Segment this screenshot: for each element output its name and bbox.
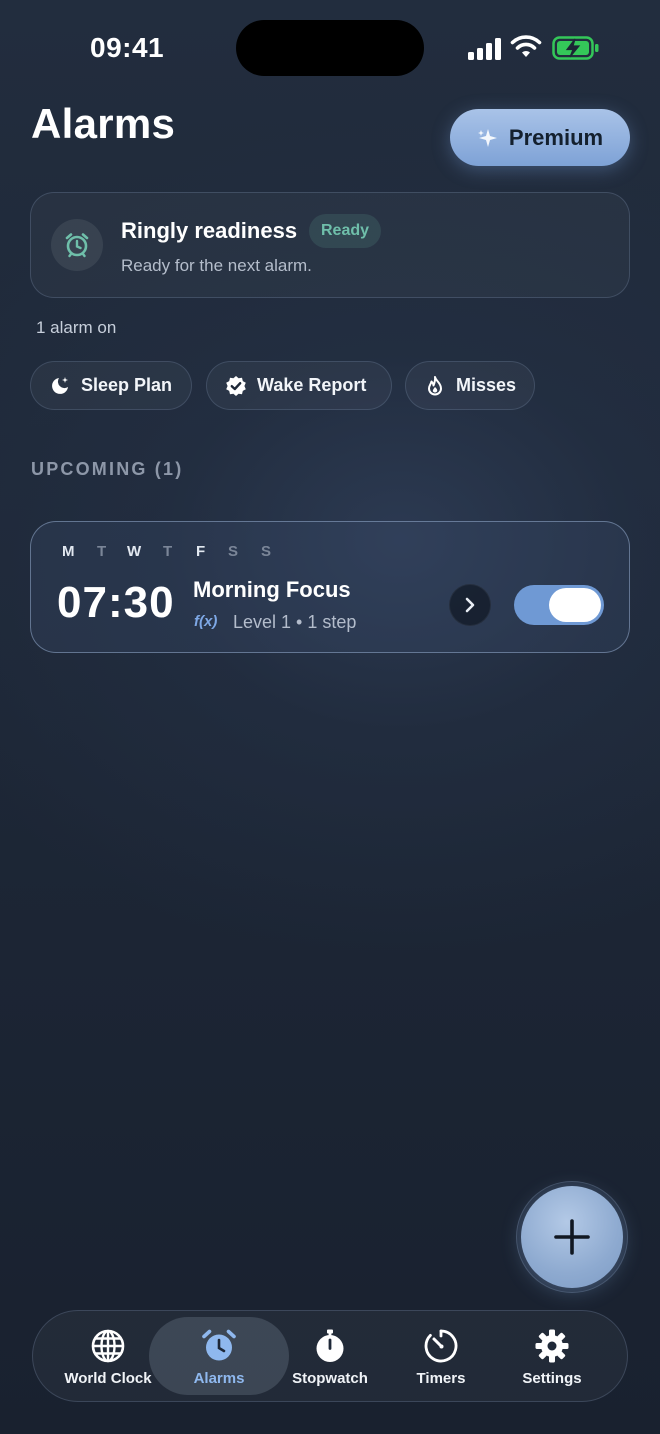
readiness-title: Ringly readiness [121,218,298,243]
alarm-clock-icon [202,1329,236,1360]
day-friday: F [196,543,206,560]
moon-sparkle-icon [52,376,68,394]
battery-charging-icon [552,36,599,60]
chevron-right-icon [465,597,475,613]
tab-world-clock[interactable]: World Clock [53,1311,163,1403]
alarm-time: 07:30 [57,578,175,627]
tab-label: Alarms [193,1369,245,1387]
alarm-details-button[interactable] [449,584,491,626]
status-badge: Ready [309,214,382,248]
tab-label: Timers [416,1369,466,1387]
tab-stopwatch[interactable]: Stopwatch [275,1311,385,1403]
gear-icon [535,1329,569,1362]
sleep-plan-button[interactable]: Sleep Plan [30,361,192,410]
add-alarm-button[interactable] [521,1186,623,1288]
day-tuesday: T [97,543,107,560]
chip-label: Sleep Plan [81,375,173,395]
readiness-icon-container [51,219,103,271]
day-sunday: S [261,543,272,560]
flame-icon [428,375,442,395]
premium-label: Premium [508,124,604,150]
chip-label: Wake Report [257,375,367,395]
sparkle-icon [477,128,497,147]
alarm-detail: Level 1 • 1 step [233,612,357,632]
alarm-name: Morning Focus [193,577,351,602]
globe-icon [91,1329,125,1362]
tab-label: Stopwatch [292,1369,368,1387]
readiness-card[interactable]: Ringly readiness Ready Ready for the nex… [30,192,630,298]
wifi-icon [510,35,542,57]
tab-label: World Clock [64,1369,152,1387]
day-thursday: T [163,543,173,560]
toggle-knob [549,588,601,622]
premium-button[interactable]: Premium [450,109,630,166]
day-monday: M [62,543,75,560]
tab-bar: World Clock Alarms Stopwatch Timers Sett… [32,1310,628,1402]
dynamic-island [236,20,424,76]
verified-badge-icon [226,375,246,396]
tab-settings[interactable]: Settings [497,1311,607,1403]
cellular-signal-icon [468,38,501,60]
day-saturday: S [228,543,239,560]
function-icon: f(x) [194,613,218,630]
wake-report-button[interactable]: Wake Report [206,361,392,410]
tab-alarms[interactable]: Alarms [164,1311,274,1403]
alarm-clock-icon [65,233,89,258]
alarm-count: 1 alarm on [36,318,117,337]
day-wednesday: W [127,543,142,560]
alarm-toggle[interactable] [514,585,604,625]
tab-label: Settings [522,1369,582,1387]
stopwatch-icon [316,1329,344,1362]
readiness-subtitle: Ready for the next alarm. [121,256,312,275]
section-header-upcoming: UPCOMING (1) [31,459,184,479]
misses-button[interactable]: Misses [405,361,535,410]
status-time: 09:41 [90,32,165,63]
tab-timers[interactable]: Timers [386,1311,496,1403]
alarm-card[interactable]: M T W T F S S 07:30 Morning Focus f(x) L… [30,521,630,653]
chip-label: Misses [456,375,517,395]
page-title: Alarms [31,100,176,147]
timer-icon [424,1329,458,1362]
plus-icon [554,1219,590,1255]
